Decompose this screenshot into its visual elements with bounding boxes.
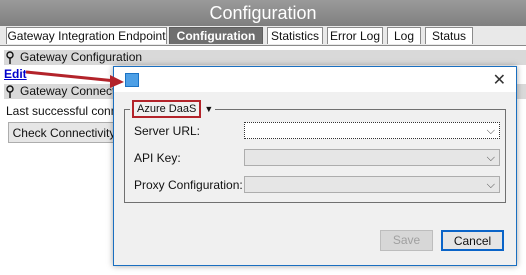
- annotation-arrow: [25, 70, 124, 88]
